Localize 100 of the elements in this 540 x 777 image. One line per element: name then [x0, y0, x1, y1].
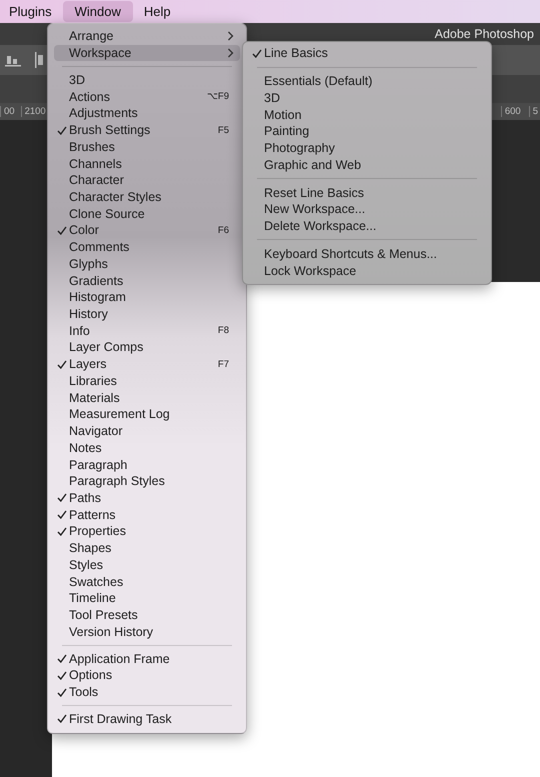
menu-item-label: Libraries — [69, 374, 118, 388]
menu-item-label: Brush Settings — [69, 123, 152, 138]
menu-item[interactable]: Measurement Log — [54, 406, 240, 423]
menu-item[interactable]: Layers F7 — [54, 356, 240, 373]
menu-item-label: Styles — [69, 558, 104, 572]
menu-item-label: Materials — [69, 390, 121, 405]
menu-item-label: New Workspace... — [264, 202, 366, 216]
menu-item[interactable]: Materials — [54, 389, 240, 406]
menu-item[interactable]: Graphic and Web — [249, 156, 485, 174]
menu-item[interactable]: Actions ⌥F9 — [54, 88, 240, 106]
menu-item[interactable]: Tools — [54, 684, 240, 700]
menu-item-label: Version History — [69, 624, 154, 639]
menu-item[interactable]: 3D — [249, 89, 485, 106]
menu-item-label: 3D — [264, 90, 281, 105]
menu-item-label: Paragraph Styles — [69, 474, 166, 488]
menu-item-label: Clone Source — [69, 206, 146, 221]
menu-item[interactable]: Character — [54, 172, 240, 189]
menu-item-label: Character — [69, 173, 125, 188]
menu-item[interactable]: Clone Source — [54, 205, 240, 222]
menu-item[interactable]: Brushes — [54, 138, 240, 156]
menu-item[interactable]: Photography — [249, 140, 485, 157]
menu-item-label: Comments — [69, 240, 130, 254]
menu-item[interactable]: 3D — [54, 72, 240, 88]
menu-item[interactable]: Gradients — [54, 272, 240, 289]
menu-item[interactable]: Layer Comps — [54, 339, 240, 356]
menu-item[interactable]: Delete Workspace... — [249, 218, 485, 235]
align-bottom-icon[interactable] — [5, 53, 21, 67]
menu-item-label: Properties — [69, 524, 127, 538]
menu-item[interactable]: Painting — [249, 122, 485, 140]
menu-item-label: Actions — [69, 90, 111, 104]
menu-bar-item[interactable]: Window — [62, 1, 133, 22]
menu-item[interactable]: History — [54, 306, 240, 322]
ruler-label: 600 — [500, 106, 521, 117]
menu-item-label: Workspace — [69, 46, 132, 60]
menu-item[interactable]: Reset Line Basics — [249, 184, 485, 201]
menu-bar-item[interactable]: Help — [136, 1, 178, 22]
menu-item[interactable]: Tool Presets — [54, 606, 240, 624]
menu-item-label: Channels — [69, 156, 123, 171]
menu-item[interactable]: Line Basics — [249, 45, 485, 62]
menu-item[interactable]: Paragraph Styles — [54, 472, 240, 490]
menu-item[interactable]: New Workspace... — [249, 200, 485, 218]
menu-item-label: Essentials (Default) — [264, 74, 374, 88]
menu-item-label: Glyphs — [69, 256, 109, 271]
menu-item-label: Info — [69, 324, 91, 338]
menu-item[interactable]: Brush Settings F5 — [54, 122, 240, 138]
menu-item[interactable]: Notes — [54, 439, 240, 456]
menu-item[interactable]: Keyboard Shortcuts & Menus... — [249, 245, 485, 262]
menu-item[interactable]: Swatches — [54, 573, 240, 590]
menu-item[interactable]: Histogram — [54, 288, 240, 306]
menu-item[interactable]: Adjustments — [54, 105, 240, 122]
menu-item[interactable]: Navigator — [54, 422, 240, 440]
menu-item[interactable]: Essentials (Default) — [249, 72, 485, 90]
menu-item[interactable]: First Drawing Task — [54, 710, 240, 728]
menu-item[interactable]: Color F6 — [54, 222, 240, 239]
menu-item-label: Application Frame — [69, 652, 171, 666]
menu-item[interactable]: Paragraph — [54, 456, 240, 473]
menu-item-label: First Drawing Task — [69, 712, 173, 726]
menu-item-label: Character Styles — [69, 190, 162, 204]
menu-bar-item[interactable]: Plugins — [2, 1, 59, 22]
menu-item-label: Tool Presets — [69, 608, 139, 622]
menu-item[interactable]: Patterns — [54, 506, 240, 524]
menu-item[interactable]: Timeline — [54, 590, 240, 607]
menu-item[interactable]: Paths — [54, 490, 240, 506]
menu-item-label: Shapes — [69, 541, 112, 556]
menu-item-label: Motion — [264, 108, 303, 122]
menu-item[interactable]: Info F8 — [54, 322, 240, 340]
shortcut-label: F8 — [218, 325, 229, 336]
menu-item-label: Keyboard Shortcuts & Menus... — [264, 246, 438, 261]
shortcut-label: F5 — [218, 124, 229, 136]
menu-item-label: Paths — [69, 490, 102, 505]
menu-item[interactable]: Libraries — [54, 372, 240, 390]
menu-item[interactable]: Lock Workspace — [249, 262, 485, 279]
menu-item[interactable]: Channels — [54, 155, 240, 172]
menu-item-label: Measurement Log — [69, 407, 171, 422]
menu-item[interactable]: Shapes — [54, 540, 240, 556]
menu-item-label: Brushes — [69, 140, 116, 154]
menu-item[interactable]: Properties — [54, 523, 240, 540]
menu-item[interactable]: Styles — [54, 556, 240, 574]
menu-item[interactable]: Workspace — [54, 44, 240, 62]
shortcut-label: F7 — [218, 358, 229, 370]
menu-item-label: Notes — [69, 440, 103, 455]
menu-item-label: Graphic and Web — [264, 158, 362, 172]
menu-item[interactable]: Character Styles — [54, 188, 240, 206]
menu-item[interactable]: Version History — [54, 623, 240, 640]
menu-item-label: Histogram — [69, 290, 127, 304]
menu-item[interactable]: Application Frame — [54, 650, 240, 667]
menu-item[interactable]: Comments — [54, 238, 240, 256]
menu-item-label: Arrange — [69, 29, 114, 44]
menu-item-label: 3D — [69, 72, 86, 87]
menu-item-label: Delete Workspace... — [264, 219, 378, 234]
app-title: Adobe Photoshop — [434, 27, 534, 41]
menu-item-label: Timeline — [69, 591, 117, 606]
menu-item[interactable]: Options — [54, 666, 240, 684]
menu-item-label: Layer Comps — [69, 340, 144, 354]
menu-item[interactable]: Motion — [249, 106, 485, 123]
menu-item[interactable]: Glyphs — [54, 256, 240, 272]
align-center-icon[interactable] — [35, 52, 45, 68]
menu-item[interactable]: Arrange — [54, 28, 240, 45]
ruler-label: 2100 — [20, 106, 46, 117]
menu-item-label: Line Basics — [264, 46, 329, 60]
